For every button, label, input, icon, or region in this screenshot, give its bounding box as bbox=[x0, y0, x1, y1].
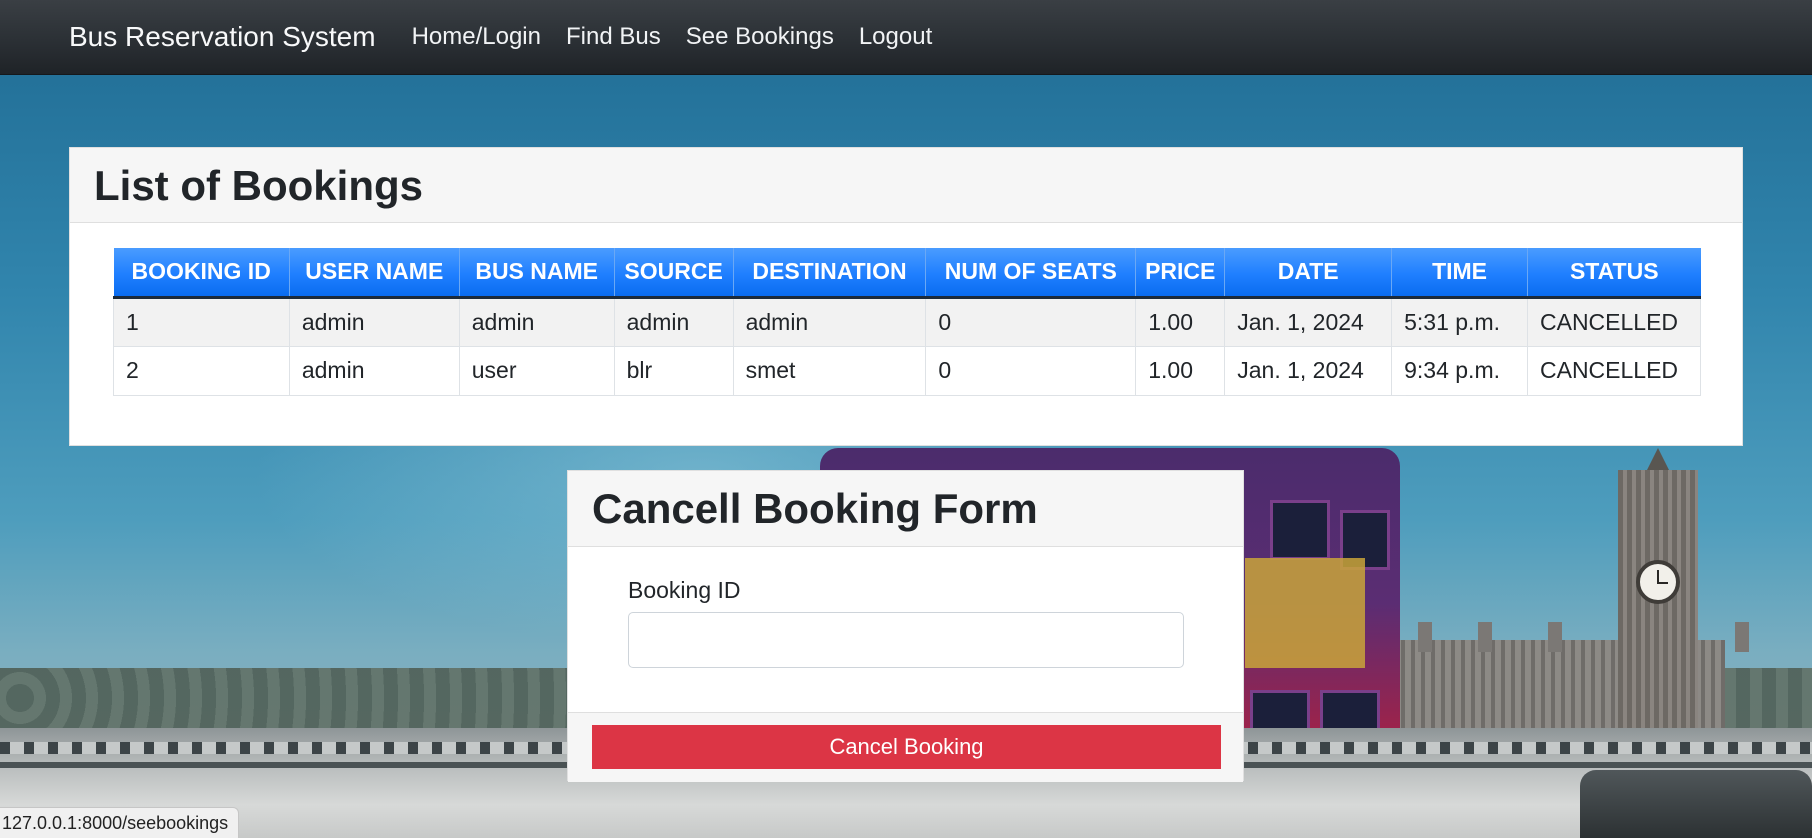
table-row: 2 admin user blr smet 0 1.00 Jan. 1, 202… bbox=[113, 345, 1701, 396]
bookings-table: BOOKING ID USER NAME BUS NAME SOURCE DES… bbox=[113, 248, 1701, 396]
cell-time: 9:34 p.m. bbox=[1391, 345, 1528, 396]
link-preview-statusbar: 127.0.0.1:8000/seebookings bbox=[0, 807, 240, 838]
cancel-form-footer: Cancel Booking bbox=[568, 712, 1243, 782]
cell-bus-name: user bbox=[458, 345, 615, 396]
booking-id-input[interactable] bbox=[628, 612, 1184, 668]
clock-icon bbox=[1636, 560, 1680, 604]
brand-link[interactable]: Bus Reservation System bbox=[69, 21, 376, 53]
table-row: 1 admin admin admin admin 0 1.00 Jan. 1,… bbox=[113, 296, 1701, 347]
cell-user-name: admin bbox=[288, 296, 460, 347]
cars bbox=[1580, 770, 1812, 838]
column-header[interactable]: DESTINATION bbox=[733, 248, 927, 299]
cell-booking-id: 2 bbox=[113, 345, 290, 396]
nav-see-bookings[interactable]: See Bookings bbox=[686, 23, 834, 51]
column-header[interactable]: NUM OF SEATS bbox=[925, 248, 1137, 299]
bookings-title: List of Bookings bbox=[70, 148, 1742, 223]
column-header[interactable]: BUS NAME bbox=[459, 248, 615, 299]
cell-booking-id: 1 bbox=[113, 296, 290, 347]
cell-time: 5:31 p.m. bbox=[1391, 296, 1528, 347]
cell-date: Jan. 1, 2024 bbox=[1224, 345, 1393, 396]
column-header[interactable]: DATE bbox=[1224, 248, 1393, 299]
cell-destination: smet bbox=[732, 345, 927, 396]
column-header[interactable]: PRICE bbox=[1135, 248, 1226, 299]
nav-logout[interactable]: Logout bbox=[859, 23, 932, 51]
booking-id-label: Booking ID bbox=[628, 577, 741, 603]
cancel-form-title: Cancell Booking Form bbox=[568, 471, 1243, 547]
cell-price: 1.00 bbox=[1135, 345, 1226, 396]
cell-price: 1.00 bbox=[1135, 296, 1226, 347]
nav-home-login[interactable]: Home/Login bbox=[412, 23, 541, 51]
column-header[interactable]: BOOKING ID bbox=[113, 248, 290, 299]
parliament-spire bbox=[1548, 622, 1562, 652]
cancel-booking-card: Cancell Booking Form Booking ID Cancel B… bbox=[567, 470, 1244, 782]
cancel-booking-button[interactable]: Cancel Booking bbox=[592, 725, 1221, 769]
column-header[interactable]: STATUS bbox=[1527, 248, 1701, 299]
cell-date: Jan. 1, 2024 bbox=[1224, 296, 1393, 347]
top-navbar: Bus Reservation System Home/Login Find B… bbox=[0, 0, 1812, 75]
column-header[interactable]: SOURCE bbox=[614, 248, 734, 299]
parliament-spire bbox=[1735, 622, 1749, 652]
cell-source: blr bbox=[613, 345, 734, 396]
cell-user-name: admin bbox=[288, 345, 460, 396]
table-header-row: BOOKING ID USER NAME BUS NAME SOURCE DES… bbox=[113, 248, 1701, 299]
column-header[interactable]: TIME bbox=[1391, 248, 1528, 299]
cancel-form-body: Booking ID bbox=[568, 547, 1243, 712]
bus-banner bbox=[1245, 558, 1365, 668]
bus-window bbox=[1270, 500, 1330, 560]
bookings-card: List of Bookings BOOKING ID USER NAME BU… bbox=[69, 147, 1743, 446]
cell-destination: admin bbox=[732, 296, 927, 347]
nav-find-bus[interactable]: Find Bus bbox=[566, 23, 661, 51]
cell-source: admin bbox=[613, 296, 734, 347]
parliament-spire bbox=[1478, 622, 1492, 652]
cell-num-seats: 0 bbox=[925, 296, 1137, 347]
column-header[interactable]: USER NAME bbox=[289, 248, 460, 299]
cell-num-seats: 0 bbox=[925, 345, 1137, 396]
parliament-spire bbox=[1418, 622, 1432, 652]
cell-status: CANCELLED bbox=[1527, 296, 1701, 347]
cell-bus-name: admin bbox=[458, 296, 615, 347]
cell-status: CANCELLED bbox=[1527, 345, 1701, 396]
